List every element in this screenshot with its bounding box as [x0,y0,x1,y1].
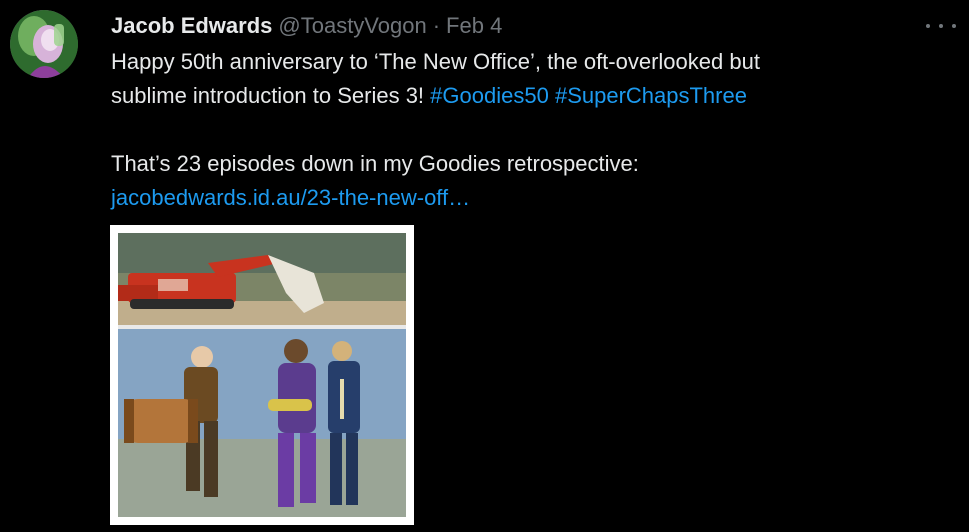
tweet-text-line: That’s 23 episodes down in my Goodies re… [111,151,639,176]
more-dot [939,24,943,28]
hashtag-goodies50[interactable]: #Goodies50 [430,83,549,108]
hashtag-superchapsthree[interactable]: #SuperChapsThree [555,83,747,108]
tweet-header: Jacob Edwards @ToastyVogon · Feb 4 [111,12,502,40]
author-handle[interactable]: @ToastyVogon [278,12,426,40]
image-frame [118,233,406,517]
more-horizontal-icon[interactable] [926,16,956,36]
tweet-text-line: sublime introduction to Series 3! #Goodi… [111,79,956,113]
separator-dot: · [432,13,441,38]
tweet-text-segment: sublime introduction to Series 3! [111,83,431,108]
tweet-image[interactable] [110,225,414,525]
tweet-text-line: Happy 50th anniversary to ‘The New Offic… [111,49,760,74]
author-name[interactable]: Jacob Edwards [111,12,272,40]
excavator-scene [118,233,406,325]
avatar[interactable] [10,10,78,78]
tweet: Jacob Edwards @ToastyVogon · Feb 4 Happy… [0,0,969,532]
more-dot [926,24,930,28]
tweet-date[interactable]: Feb 4 [446,12,502,40]
band-scene [118,329,406,517]
tweet-text: Happy 50th anniversary to ‘The New Offic… [111,45,956,215]
more-dot [952,24,956,28]
retrospective-link[interactable]: jacobedwards.id.au/23-the-new-off… [111,181,956,215]
